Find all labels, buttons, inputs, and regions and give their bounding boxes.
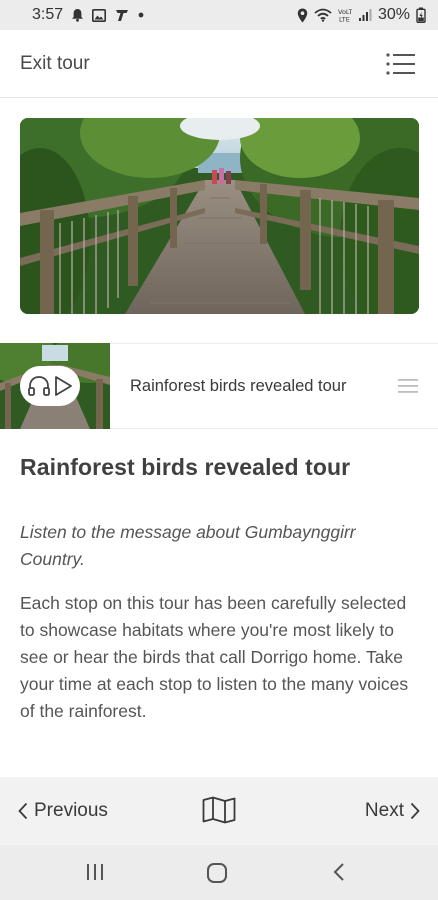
app-header: Exit tour <box>0 30 438 98</box>
volte-icon: VoLTELTE <box>338 7 352 23</box>
tour-title: Rainforest birds revealed tour <box>20 454 351 480</box>
bottom-navigation: Previous Next <box>0 777 438 845</box>
exit-tour-button[interactable]: Exit tour <box>20 53 90 75</box>
gallery-icon <box>92 8 107 22</box>
headphones-icon <box>27 375 51 397</box>
status-time: 3:57 <box>32 6 64 23</box>
wifi-icon <box>314 8 332 22</box>
tour-intro-text: Listen to the message about Gumbaynggirr… <box>20 522 356 569</box>
next-label: Next <box>364 800 404 821</box>
notification-bell-icon <box>71 8 84 22</box>
recent-apps-icon[interactable] <box>85 862 105 887</box>
chevron-left-icon <box>18 802 28 820</box>
location-icon <box>297 8 308 23</box>
audio-track-title: Rainforest birds revealed tour <box>130 377 347 395</box>
previous-label: Previous <box>34 800 108 821</box>
svg-text:LTE: LTE <box>339 16 350 24</box>
drag-handle-icon[interactable] <box>398 376 418 396</box>
audio-player-row[interactable]: Rainforest birds revealed tour <box>0 343 438 429</box>
list-menu-icon[interactable] <box>384 47 418 81</box>
status-right: VoLTELTE 30% <box>297 6 426 24</box>
status-bar: 3:57 VoLTELTE 30% <box>0 0 438 30</box>
home-icon[interactable] <box>206 862 228 889</box>
system-navigation-bar <box>0 845 438 900</box>
next-button[interactable]: Next <box>365 800 420 822</box>
signal-icon <box>358 8 372 22</box>
audio-thumbnail <box>0 343 110 429</box>
dot-icon <box>138 12 144 18</box>
chevron-right-icon <box>410 802 420 820</box>
previous-button[interactable]: Previous <box>18 800 108 822</box>
tour-hero-image <box>20 118 419 314</box>
audio-play-button[interactable] <box>20 366 80 406</box>
tour-description: Each stop on this tour has been carefull… <box>20 593 409 721</box>
play-icon <box>53 375 73 397</box>
battery-icon <box>416 7 426 23</box>
telstra-icon <box>114 7 130 23</box>
map-icon[interactable] <box>202 796 236 829</box>
status-left: 3:57 <box>32 6 144 24</box>
tour-content: Rainforest birds revealed tour Listen to… <box>20 454 420 725</box>
back-icon[interactable] <box>332 862 346 887</box>
battery-percentage: 30% <box>377 6 410 23</box>
